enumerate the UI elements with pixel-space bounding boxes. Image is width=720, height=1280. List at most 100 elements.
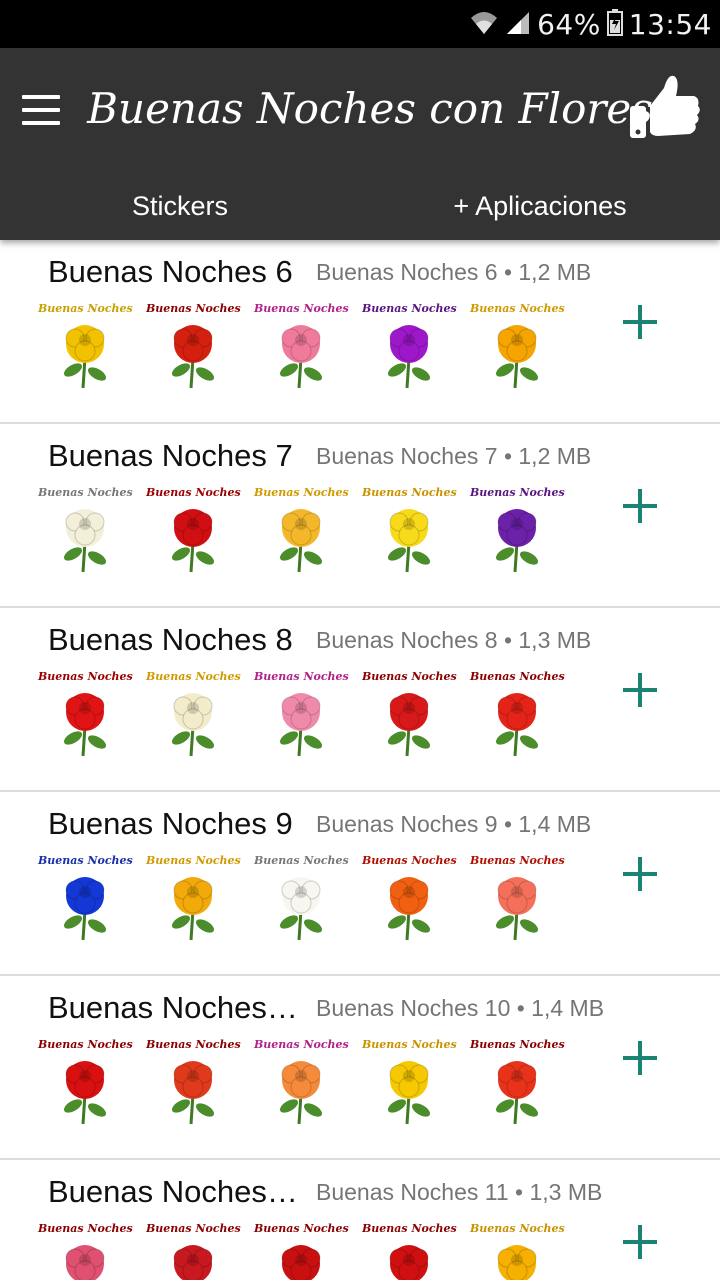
add-pack-plus-icon[interactable] <box>616 1034 664 1082</box>
pack-name: Buenas Noches 8 <box>48 622 293 657</box>
pack-header: Buenas Noches 10 Buenas Noches 10 • 1,4 M… <box>48 976 604 1026</box>
tab-stickers[interactable]: Stickers <box>0 172 360 240</box>
sticker-pack-row[interactable]: Buenas Noches 10 Buenas Noches 10 • 1,4 M… <box>0 976 720 1160</box>
pack-header: Buenas Noches 9 Buenas Noches 9 • 1,4 MB <box>48 792 591 842</box>
sticker-caption: Buenas Noches <box>254 670 349 683</box>
sticker-pack-row[interactable]: Buenas Noches 8 Buenas Noches 8 • 1,3 MB B… <box>0 608 720 792</box>
sticker-thumbnail: Buenas Noches <box>470 850 565 946</box>
sticker-caption: Buenas Noches <box>254 1222 349 1235</box>
sticker-caption: Buenas Noches <box>38 1038 133 1051</box>
sticker-thumbnail: Buenas Noches <box>362 482 457 578</box>
pack-meta: Buenas Noches 11 • 1,3 MB <box>316 1179 603 1205</box>
sticker-thumbnail: Buenas Noches <box>470 482 565 578</box>
add-pack-plus-icon[interactable] <box>616 850 664 898</box>
sticker-thumbnail: Buenas Noches <box>38 850 133 946</box>
flower-image <box>495 325 539 389</box>
flower-image <box>63 325 107 389</box>
flower-image <box>281 1245 321 1280</box>
tab-bar: Stickers + Aplicaciones <box>0 172 720 240</box>
sticker-caption: Buenas Noches <box>38 1222 133 1235</box>
flower-image <box>279 693 323 757</box>
flower-image <box>173 1245 213 1280</box>
sticker-thumbnail: Buenas Noches <box>254 298 349 394</box>
flower-image <box>63 693 107 757</box>
sticker-thumbnail: Buenas Noches <box>362 850 457 946</box>
sticker-caption: Buenas Noches <box>470 1038 565 1051</box>
sticker-thumbnail: Buenas Noches <box>146 850 241 946</box>
sticker-thumbnail: Buenas Noches <box>362 298 457 394</box>
sticker-caption: Buenas Noches <box>146 486 241 499</box>
sticker-pack-row[interactable]: Buenas Noches 9 Buenas Noches 9 • 1,4 MB B… <box>0 792 720 976</box>
sticker-thumbnail: Buenas Noches <box>254 482 349 578</box>
flower-image <box>387 877 431 941</box>
app-title: Buenas Noches con Flores <box>87 83 653 133</box>
sticker-thumbnail: Buenas Noches <box>470 298 565 394</box>
sticker-caption: Buenas Noches <box>362 854 457 867</box>
add-pack-plus-icon[interactable] <box>616 666 664 714</box>
status-indicators: 64% 13:54 <box>469 0 712 48</box>
pack-meta: Buenas Noches 6 • 1,2 MB <box>316 259 592 285</box>
sticker-caption: Buenas Noches <box>146 1038 241 1051</box>
flower-image <box>387 325 431 389</box>
sticker-thumbnail: Buenas Noches <box>254 850 349 946</box>
sticker-thumbnails: Buenas Noches Buenas Noches Buenas Noches B… <box>38 298 565 394</box>
add-pack-plus-icon[interactable] <box>616 1218 664 1266</box>
sticker-caption: Buenas Noches <box>146 302 241 315</box>
flower-image <box>171 693 215 757</box>
sticker-pack-row[interactable]: Buenas Noches 7 Buenas Noches 7 • 1,2 MB B… <box>0 424 720 608</box>
wifi-icon <box>469 8 499 40</box>
sticker-caption: Buenas Noches <box>362 1222 457 1235</box>
flower-image <box>171 1061 215 1125</box>
sticker-pack-row[interactable]: Buenas Noches 11 Buenas Noches 11 • 1,3 M… <box>0 1160 720 1280</box>
sticker-thumbnail: Buenas Noches <box>254 666 349 762</box>
add-pack-plus-icon[interactable] <box>616 482 664 530</box>
pack-meta: Buenas Noches 9 • 1,4 MB <box>316 811 592 837</box>
sticker-thumbnails: Buenas Noches Buenas Noches Buenas Noches B… <box>38 1034 565 1130</box>
pack-header: Buenas Noches 7 Buenas Noches 7 • 1,2 MB <box>48 424 591 474</box>
flower-image <box>389 1245 429 1280</box>
sticker-thumbnail: Buenas Noches <box>254 1034 349 1130</box>
sticker-caption: Buenas Noches <box>470 302 565 315</box>
flower-image <box>495 877 539 941</box>
sticker-thumbnail: Buenas Noches <box>362 666 457 762</box>
sticker-thumbnail: Buenas Noches <box>146 1218 241 1280</box>
sticker-thumbnail: Buenas Noches <box>146 666 241 762</box>
sticker-caption: Buenas Noches <box>254 486 349 499</box>
hamburger-icon[interactable] <box>22 84 74 136</box>
sticker-thumbnail: Buenas Noches <box>470 666 565 762</box>
add-pack-plus-icon[interactable] <box>616 298 664 346</box>
pack-header: Buenas Noches 11 Buenas Noches 11 • 1,3 M… <box>48 1160 602 1210</box>
sticker-thumbnail: Buenas Noches <box>146 298 241 394</box>
flower-image <box>279 1061 323 1125</box>
sticker-thumbnail: Buenas Noches <box>470 1218 565 1280</box>
sticker-thumbnail: Buenas Noches <box>38 482 133 578</box>
sticker-thumbnail: Buenas Noches <box>362 1218 457 1280</box>
flower-image <box>495 1061 539 1125</box>
flower-image <box>63 877 107 941</box>
sticker-thumbnail: Buenas Noches <box>470 1034 565 1130</box>
sticker-caption: Buenas Noches <box>146 670 241 683</box>
flower-image <box>171 877 215 941</box>
sticker-pack-list[interactable]: Buenas Noches 6 Buenas Noches 6 • 1,2 MB B… <box>0 240 720 1280</box>
sticker-caption: Buenas Noches <box>146 1222 241 1235</box>
sticker-thumbnails: Buenas Noches Buenas Noches Buenas Noches B… <box>38 666 565 762</box>
sticker-caption: Buenas Noches <box>146 854 241 867</box>
sticker-thumbnail: Buenas Noches <box>38 298 133 394</box>
flower-image <box>279 877 323 941</box>
pack-name: Buenas Noches 9 <box>48 806 293 841</box>
pack-meta: Buenas Noches 8 • 1,3 MB <box>316 627 592 653</box>
pack-name: Buenas Noches 11 <box>48 1174 300 1209</box>
tab-aplicaciones[interactable]: + Aplicaciones <box>360 172 720 240</box>
sticker-caption: Buenas Noches <box>362 486 457 499</box>
sticker-caption: Buenas Noches <box>470 854 565 867</box>
thumbs-up-icon[interactable] <box>624 68 704 148</box>
sticker-caption: Buenas Noches <box>38 670 133 683</box>
flower-image <box>63 1061 107 1125</box>
pack-meta: Buenas Noches 7 • 1,2 MB <box>316 443 592 469</box>
battery-icon <box>606 8 623 40</box>
sticker-caption: Buenas Noches <box>362 1038 457 1051</box>
flower-image <box>63 509 107 573</box>
sticker-caption: Buenas Noches <box>254 1038 349 1051</box>
flower-image <box>495 509 539 573</box>
sticker-pack-row[interactable]: Buenas Noches 6 Buenas Noches 6 • 1,2 MB B… <box>0 240 720 424</box>
